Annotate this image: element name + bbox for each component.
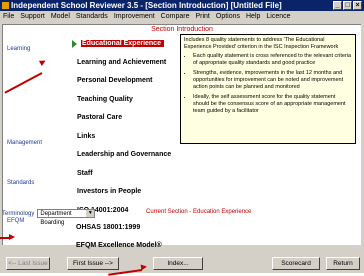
nav-educational-experience[interactable]: Educational Experience [81, 40, 164, 47]
menu-improvement[interactable]: Improvement [111, 11, 158, 22]
category-efqm: EFQM [7, 218, 25, 224]
menu-help[interactable]: Help [243, 11, 263, 22]
menu-bar: File Support Model Standards Improvement… [0, 11, 364, 22]
menu-compare[interactable]: Compare [158, 11, 193, 22]
info-box: Includes 8 quality statements to address… [180, 34, 356, 144]
nav-personal-development[interactable]: Personal Development [77, 77, 152, 84]
app-window: Independent School Reviewer 3.5 - [Secti… [0, 0, 364, 276]
title-bar: Independent School Reviewer 3.5 - [Secti… [0, 0, 364, 11]
nav-links[interactable]: Links [77, 133, 95, 140]
menu-options[interactable]: Options [213, 11, 243, 22]
info-bullets: Each quality statement is cross referenc… [184, 53, 352, 115]
annotation-arrowhead-terminology [9, 234, 15, 240]
selected-arrow-icon [72, 40, 77, 48]
nav-investors[interactable]: Investors in People [77, 188, 141, 195]
window-title: Independent School Reviewer 3.5 - [Secti… [11, 1, 282, 10]
category-management: Management [7, 140, 43, 146]
nav-efqm-model[interactable]: EFQM Excellence Model® [76, 242, 162, 249]
section-header: Section Introduction [151, 26, 213, 33]
nav-ohsas[interactable]: OHSAS 18001:1999 [76, 224, 140, 231]
menu-support[interactable]: Support [17, 11, 48, 22]
nav-teaching-quality[interactable]: Teaching Quality [77, 96, 133, 103]
current-section: Current Section - Education Experience [146, 209, 252, 215]
index-button[interactable]: Index... [153, 257, 203, 270]
first-issue-button[interactable]: First Issue --> [67, 257, 119, 270]
scorecard-button[interactable]: Scorecard [272, 257, 320, 270]
info-intro: Includes 8 quality statements to address… [184, 37, 339, 50]
nav-pastoral-care[interactable]: Pastoral Care [77, 114, 122, 121]
info-bullet: Strengths, evidence, improvements in the… [193, 70, 352, 91]
terminology-label: Terminology [2, 210, 35, 217]
menu-file[interactable]: File [0, 11, 17, 22]
minimize-icon[interactable]: _ [333, 1, 342, 10]
nav-staff[interactable]: Staff [77, 170, 93, 177]
return-button[interactable]: Return [326, 257, 360, 270]
maximize-icon[interactable]: □ [343, 1, 352, 10]
category-standards: Standards [7, 180, 35, 186]
menu-licence[interactable]: Licence [263, 11, 293, 22]
menu-print[interactable]: Print [192, 11, 212, 22]
chevron-down-icon[interactable]: ▼ [86, 210, 95, 217]
last-issue-button[interactable]: <-- Last Issue [6, 257, 50, 270]
button-bar: <-- Last Issue First Issue --> Index... … [0, 252, 364, 273]
annotation-arrowhead-index [140, 263, 148, 271]
nav-leadership[interactable]: Leadership and Governance [77, 151, 171, 158]
info-bullet: Ideally, the self assessment score for t… [193, 94, 352, 115]
nav-learning-achievement[interactable]: Learning and Achievement [77, 59, 166, 66]
menu-standards[interactable]: Standards [73, 11, 111, 22]
close-icon[interactable]: × [353, 1, 362, 10]
window-controls: _ □ × [333, 1, 362, 10]
terminology-row: Terminology Department Boarding ▼ [2, 209, 96, 226]
menu-model[interactable]: Model [48, 11, 73, 22]
category-learning: Learning [7, 46, 31, 52]
info-bullet: Each quality statement is cross referenc… [193, 53, 352, 67]
terminology-select[interactable]: Department Boarding ▼ [37, 209, 96, 226]
app-icon [2, 2, 9, 9]
